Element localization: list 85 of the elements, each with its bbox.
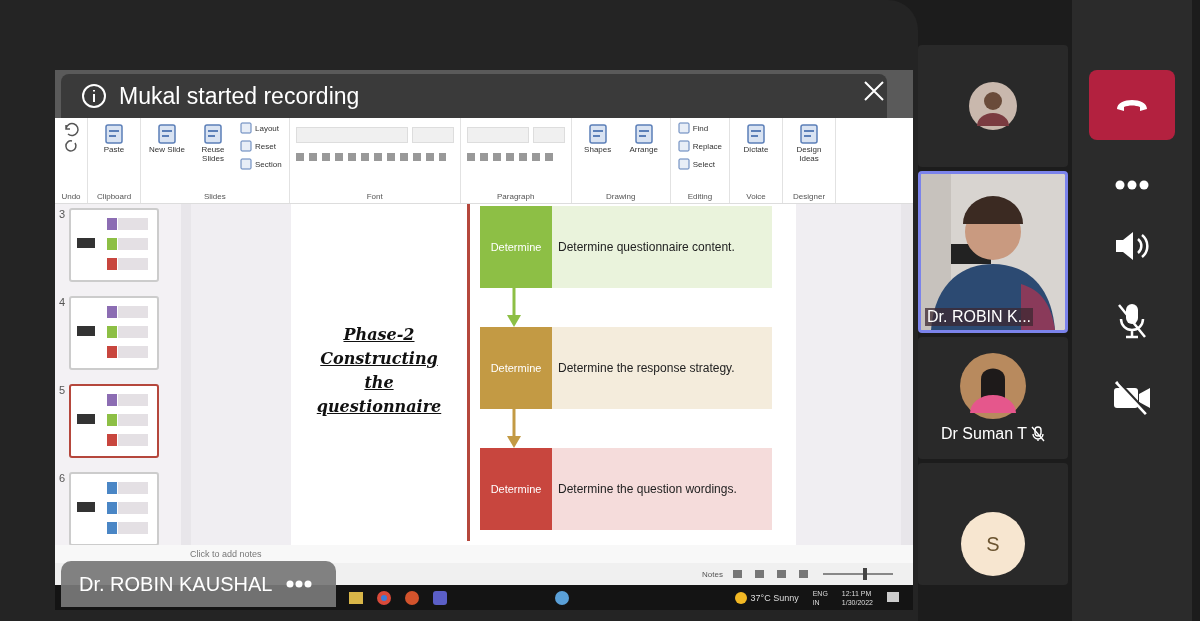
slide-number: 5 (59, 384, 66, 398)
document-icon (745, 123, 768, 145)
document-icon (677, 158, 690, 170)
step-label: Determine (480, 327, 552, 409)
input-field[interactable] (411, 127, 454, 143)
participant-tile[interactable]: Dr Suman T (918, 337, 1068, 459)
notification-icon[interactable] (887, 591, 899, 604)
weather-text[interactable]: 37°C Sunny (750, 592, 799, 603)
step-label: Determine (480, 448, 552, 530)
slide-number: 6 (59, 472, 66, 486)
notes-placeholder[interactable]: Click to add notes (190, 549, 262, 559)
document-icon (632, 123, 655, 145)
ribbon-command[interactable]: Find (676, 121, 724, 135)
more-button[interactable] (1115, 180, 1149, 190)
participant-tile[interactable] (918, 45, 1068, 167)
scrollbar[interactable] (901, 204, 913, 545)
mute-button[interactable] (1117, 302, 1147, 340)
ribbon-command[interactable]: Replace (676, 139, 724, 153)
ribbon-command[interactable]: Dictate (736, 121, 777, 156)
ribbon-command[interactable]: Reset (239, 139, 283, 153)
group-label: Designer (792, 192, 827, 203)
step-text: Determine questionnaire content. (552, 206, 772, 288)
ribbon-command[interactable]: Paste (94, 121, 134, 156)
participant-video[interactable]: Dr. ROBIN K... (918, 171, 1068, 333)
group-label: Editing (686, 192, 714, 203)
more-icon (1115, 180, 1149, 190)
banner-text: Mukal started recording (119, 82, 360, 110)
avatar-icon (969, 82, 1017, 130)
document-icon (202, 123, 224, 145)
speaker-button[interactable] (1114, 230, 1150, 262)
arrow-icon (507, 409, 521, 448)
step-text: Determine the response strategy. (552, 327, 772, 409)
phone-icon (1115, 97, 1149, 113)
group-label: Voice (745, 192, 767, 203)
hang-up-button[interactable] (1089, 70, 1175, 140)
notes-button[interactable]: Notes (702, 569, 723, 579)
participant-name: Dr Suman T (941, 425, 1027, 443)
ribbon-command[interactable]: Reuse Slides (193, 121, 233, 165)
ribbon-command[interactable]: Shapes (577, 121, 618, 156)
document-icon (240, 158, 252, 170)
document-icon (677, 122, 690, 134)
step-label: Determine (480, 206, 552, 288)
document-icon (677, 140, 690, 152)
arrow-icon (507, 288, 521, 327)
group-label: Font (365, 192, 384, 203)
sun-icon (734, 591, 747, 604)
document-icon (156, 123, 178, 145)
scrollbar[interactable] (181, 204, 191, 545)
ribbon-command[interactable]: Section (239, 157, 283, 171)
info-icon (81, 83, 107, 109)
document-icon (240, 140, 252, 152)
slide-number: 3 (59, 208, 66, 222)
ribbon-command[interactable]: Select (676, 157, 724, 171)
input-field[interactable] (532, 127, 565, 143)
ribbon-command[interactable]: Arrange (623, 121, 664, 156)
slide-thumbnail[interactable] (69, 384, 160, 458)
close-icon[interactable] (863, 80, 885, 102)
ribbon-command[interactable]: Layout (239, 121, 283, 135)
group-label: Paragraph (496, 192, 536, 203)
ribbon-command[interactable]: Design Ideas (789, 121, 830, 165)
camera-off-icon (1112, 380, 1152, 416)
input-field[interactable] (295, 127, 408, 143)
more-icon[interactable] (286, 580, 313, 588)
step-text: Determine the question wordings. (552, 448, 772, 530)
slide-title: Phase-2 Constructing the questionnaire (315, 323, 443, 418)
folder-icon[interactable] (349, 591, 363, 604)
avatar-initial: S (961, 512, 1025, 576)
avatar-icon (960, 353, 1026, 419)
group-label: Drawing (605, 192, 637, 203)
document-icon (798, 123, 821, 145)
document-icon (586, 123, 609, 145)
document-icon (240, 122, 252, 134)
group-label: Undo (61, 192, 81, 203)
camera-button[interactable] (1112, 380, 1152, 416)
participant-name: Dr. ROBIN K... (925, 308, 1033, 326)
speaker-icon (1114, 230, 1150, 262)
group-label: Slides (202, 192, 227, 203)
speaker-name: Dr. ROBIN KAUSHAL (79, 572, 273, 596)
document-icon (103, 123, 125, 145)
mic-off-icon (1117, 302, 1147, 340)
slide-number: 4 (59, 296, 66, 310)
input-field[interactable] (466, 127, 529, 143)
ribbon-command[interactable]: New Slide (147, 121, 187, 156)
participant-tile[interactable]: S (918, 463, 1068, 585)
group-label: Clipboard (95, 192, 133, 203)
